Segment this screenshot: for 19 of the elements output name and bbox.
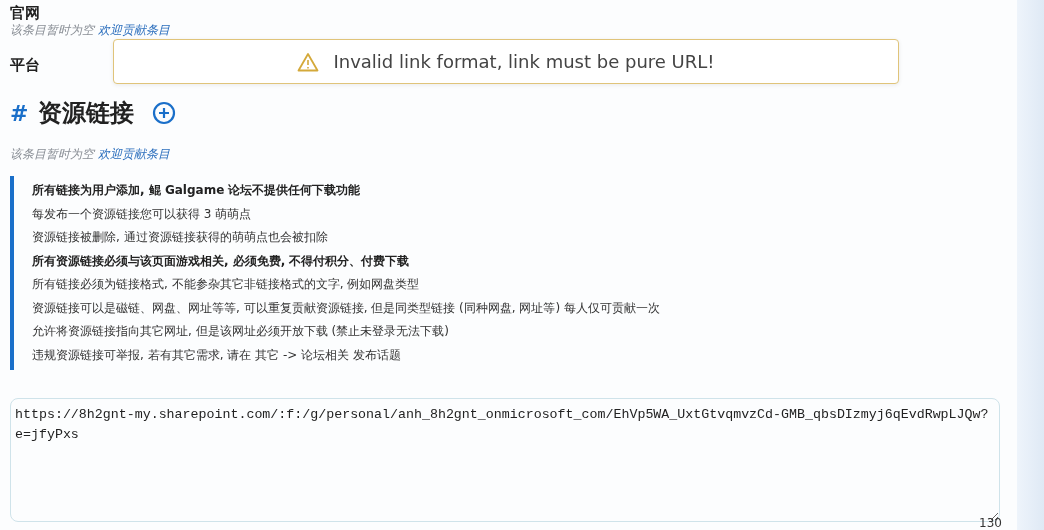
- notice-line: 所有链接必须为链接格式, 不能参杂其它非链接格式的文字, 例如网盘类型: [32, 276, 421, 293]
- section-title: 平台: [10, 56, 40, 74]
- add-icon[interactable]: [152, 101, 177, 125]
- hash-mark: #: [10, 100, 29, 126]
- empty-text: 该条目暂时为空: [10, 146, 94, 162]
- notice-line: 违规资源链接可举报, 若有其它需求, 请在 其它 -> 论坛相关 发布话题: [32, 346, 402, 364]
- notice-line: 所有链接为用户添加, 鲲 Galgame 论坛不提供任何下载功能: [32, 182, 362, 199]
- empty-text: 该条目暂时为空: [10, 22, 94, 38]
- section-heading: 资源链接: [38, 98, 135, 129]
- contribute-link[interactable]: 欢迎贡献条目: [98, 146, 170, 162]
- warning-icon: [297, 51, 320, 72]
- contribute-link[interactable]: 欢迎贡献条目: [98, 22, 170, 38]
- notice-line: 每发布一个资源链接您可以获得 3 萌萌点: [32, 205, 253, 223]
- notice-line: 允许将资源链接指向其它网址, 但是该网址必须开放下载 (禁止未登录无法下载): [32, 323, 450, 340]
- section-title: 官网: [10, 4, 40, 22]
- notice-line: 所有资源链接必须与该页面游戏相关, 必须免费, 不得付积分、付费下载: [32, 252, 411, 270]
- notice-line: 资源链接可以是磁链、网盘、网址等等, 可以重复贡献资源链接, 但是同类型链接 (同种网盘, 网址等) 每人仅可贡献一次: [32, 299, 661, 317]
- toast-message: Invalid link format, link must be pure URL!: [333, 51, 715, 72]
- notice-line: 资源链接被删除, 通过资源链接获得的萌萌点也会被扣除: [32, 229, 329, 246]
